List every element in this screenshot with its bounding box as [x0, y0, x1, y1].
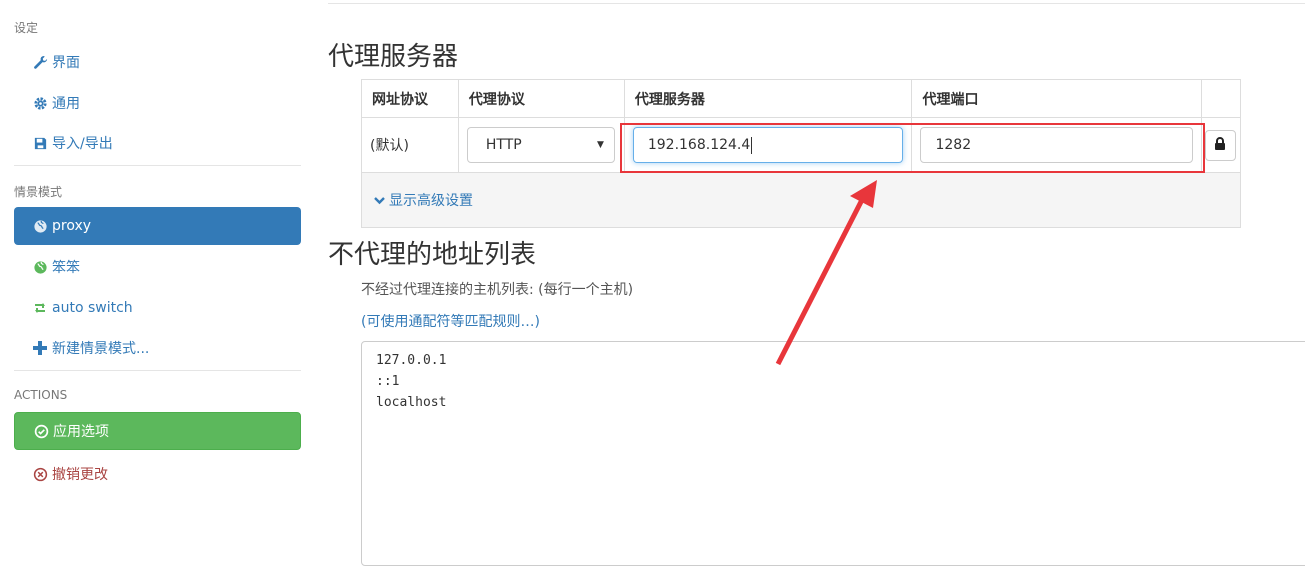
annotation-arrow [775, 180, 877, 366]
